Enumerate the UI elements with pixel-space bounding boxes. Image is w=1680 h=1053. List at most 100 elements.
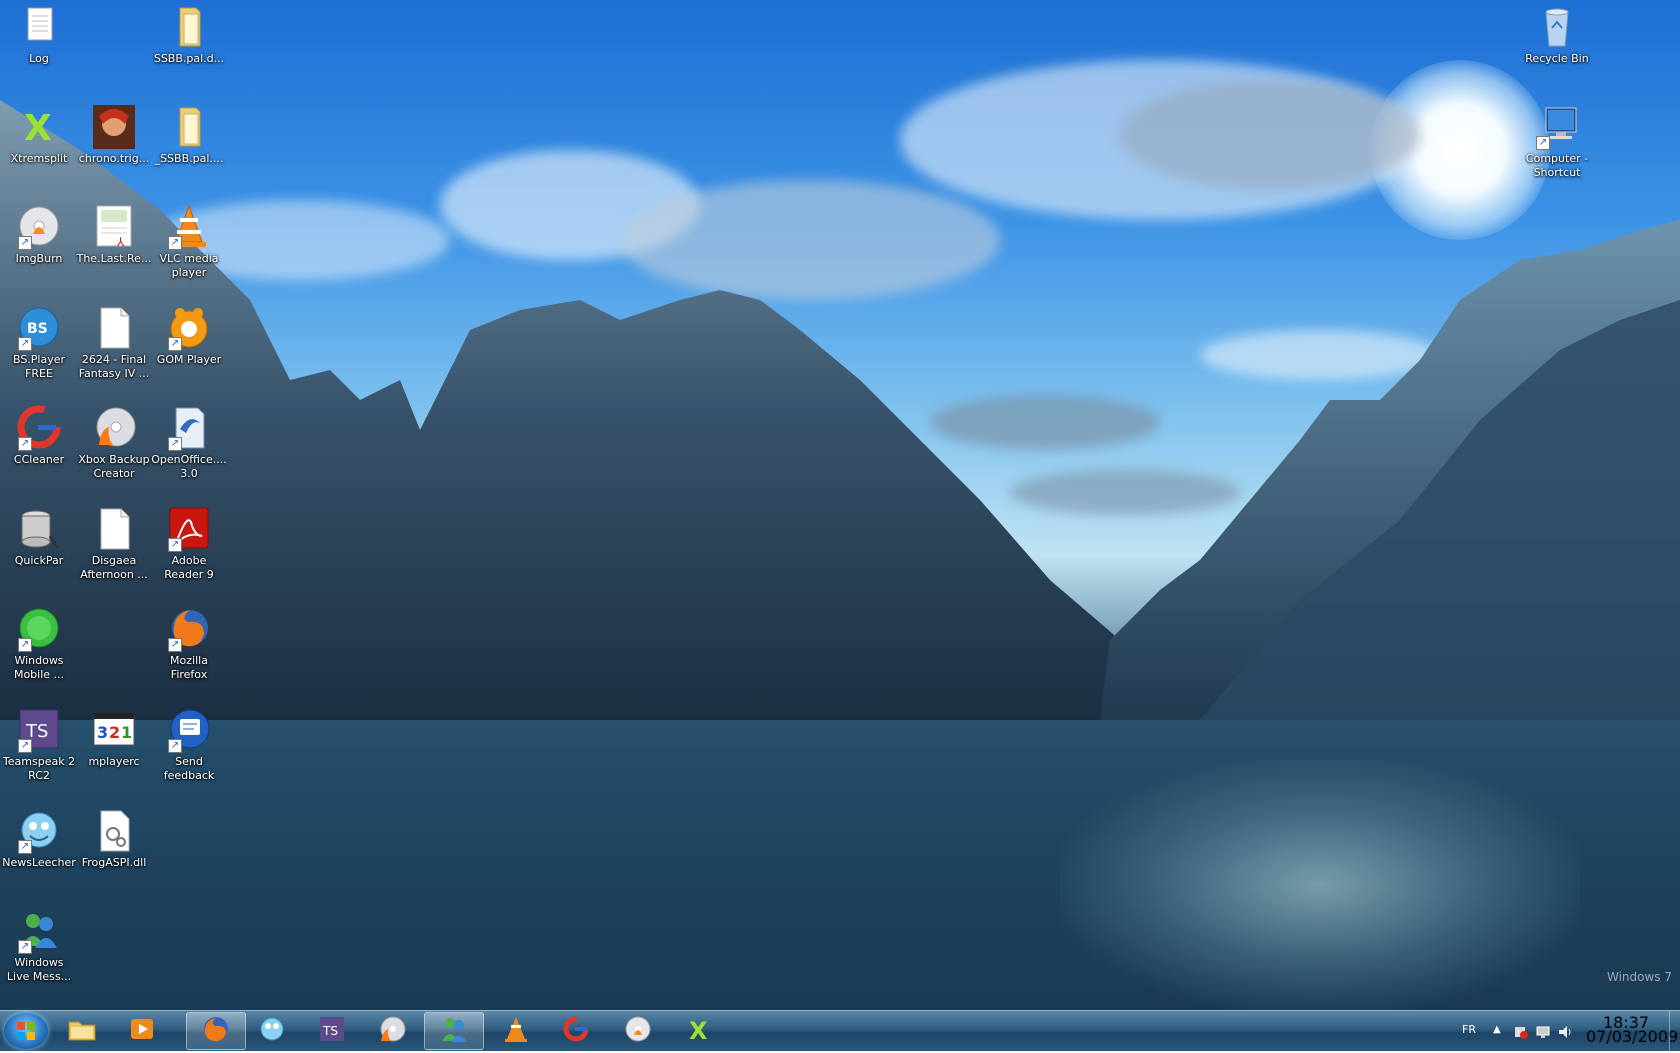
- image-thumbnail-icon: [91, 104, 137, 150]
- taskbar-button-imgburn[interactable]: [610, 1012, 666, 1050]
- desktop-icon-label: FrogASPI.dll: [81, 856, 147, 869]
- show-hidden-icons-icon[interactable]: ▲: [1493, 1024, 1507, 1038]
- taskbar-button-newsleecher[interactable]: [244, 1012, 300, 1050]
- svg-text:BS: BS: [27, 321, 48, 337]
- desktop-icon-windows-live-messenger[interactable]: ↗ Windows Live Mess...: [0, 908, 78, 984]
- adobe-reader-icon: ↗: [166, 506, 212, 552]
- mplayerc-icon: 321: [91, 707, 137, 753]
- desktop-icon-bsplayer[interactable]: BS ↗ BS.Player FREE: [0, 305, 78, 381]
- dll-file-icon: [91, 808, 137, 854]
- taskbar: TS X FR ▲ 18:37 07/03/2009: [0, 1010, 1680, 1051]
- desktop-icon-label: Disgaea Afternoon ...: [80, 554, 148, 581]
- desktop-icon-label: Mozilla Firefox: [170, 654, 208, 681]
- clock[interactable]: 18:37 07/03/2009: [1586, 1015, 1679, 1046]
- text-file-icon: [16, 4, 62, 50]
- desktop-icon-xbox-backup-creator[interactable]: Xbox Backup Creator: [75, 405, 153, 481]
- network-icon[interactable]: [1536, 1024, 1550, 1038]
- desktop-icon-adobe-reader[interactable]: ↗ Adobe Reader 9: [150, 506, 228, 582]
- desktop-icon-label: Windows Mobile ...: [13, 654, 65, 681]
- vlc-icon: ↗: [166, 204, 212, 250]
- taskbar-button-xtremsplit[interactable]: X: [672, 1012, 728, 1050]
- firefox-icon: ↗: [166, 606, 212, 652]
- desktop-icon-xtremsplit[interactable]: X Xtremsplit: [0, 104, 78, 166]
- shortcut-arrow-icon: ↗: [168, 638, 182, 652]
- desktop-icon-teamspeak[interactable]: TS ↗ Teamspeak 2 RC2: [0, 707, 78, 783]
- desktop-icon-label: Send feedback: [163, 755, 215, 782]
- messenger-icon: [439, 1015, 469, 1047]
- desktop-icon-label: mplayerc: [88, 755, 140, 768]
- svg-text:⅄: ⅄: [116, 235, 125, 249]
- desktop-icon-label: _SSBB.pal....: [154, 152, 224, 165]
- shortcut-arrow-icon: ↗: [18, 337, 32, 351]
- shortcut-arrow-icon: ↗: [168, 739, 182, 753]
- taskbar-button-vlc[interactable]: [488, 1012, 544, 1050]
- show-desktop-button[interactable]: [1669, 1011, 1680, 1051]
- pdf-document-icon: ⅄: [91, 204, 137, 250]
- action-center-icon[interactable]: [1514, 1024, 1528, 1039]
- taskbar-button-teamspeak[interactable]: TS: [304, 1012, 360, 1050]
- desktop-icon-frogaspi[interactable]: FrogASPI.dll: [75, 808, 153, 870]
- desktop-icon-windows-mobile[interactable]: ↗ Windows Mobile ...: [0, 606, 78, 682]
- language-indicator[interactable]: FR: [1462, 1023, 1476, 1036]
- desktop-icon-label: VLC media player: [159, 252, 219, 279]
- windows-mobile-icon: ↗: [16, 606, 62, 652]
- desktop-icon-log[interactable]: Log: [0, 4, 78, 66]
- shortcut-arrow-icon: ↗: [18, 638, 32, 652]
- desktop-icon-openoffice[interactable]: ↗ OpenOffice.... 3.0: [150, 405, 228, 481]
- desktop-icon-label: Computer - Shortcut: [1525, 152, 1589, 179]
- imgburn-icon: [623, 1015, 653, 1047]
- desktop-icon-quickpar[interactable]: QuickPar: [0, 506, 78, 568]
- desktop-icon-disgaea[interactable]: Disgaea Afternoon ...: [75, 506, 153, 582]
- xtremsplit-icon: X: [685, 1015, 715, 1047]
- shortcut-arrow-icon: ↗: [1536, 136, 1550, 150]
- desktop-icon-imgburn[interactable]: ↗ ImgBurn: [0, 204, 78, 266]
- shortcut-arrow-icon: ↗: [18, 940, 32, 954]
- desktop-icon-ssbb-pal-d[interactable]: SSBB.pal.d...: [150, 4, 228, 66]
- desktop-icon-label: GOM Player: [156, 353, 222, 366]
- taskbar-button-media-player[interactable]: [114, 1012, 170, 1050]
- taskbar-button-messenger[interactable]: [424, 1012, 484, 1050]
- desktop-icon-2624-final-fantasy[interactable]: 2624 - Final Fantasy IV ...: [75, 305, 153, 381]
- desktop-icon-firefox[interactable]: ↗ Mozilla Firefox: [150, 606, 228, 682]
- desktop-icon-newsleecher[interactable]: ↗ NewsLeecher: [0, 808, 78, 870]
- burn-disc-icon: [377, 1015, 407, 1047]
- desktop-icon-chrono[interactable]: chrono.trig...: [75, 104, 153, 166]
- desktop-icon-recycle-bin[interactable]: Recycle Bin: [1518, 4, 1596, 66]
- messenger-icon: ↗: [16, 908, 62, 954]
- shortcut-arrow-icon: ↗: [168, 437, 182, 451]
- ccleaner-icon: [561, 1015, 591, 1047]
- start-button[interactable]: [4, 1013, 48, 1049]
- desktop[interactable]: Windows 7 Log X Xtremsplit ↗ ImgBurn BS …: [0, 0, 1680, 1010]
- desktop-icon-ccleaner[interactable]: ↗ CCleaner: [0, 405, 78, 467]
- clock-date: 07/03/2009: [1586, 1027, 1679, 1046]
- newsleecher-icon: [257, 1015, 287, 1047]
- computer-icon: ↗: [1534, 104, 1580, 150]
- taskbar-button-explorer[interactable]: [54, 1012, 110, 1050]
- svg-text:X: X: [689, 1017, 708, 1043]
- quickpar-icon: [16, 506, 62, 552]
- firefox-icon: [201, 1015, 231, 1047]
- desktop-icon-label: CCleaner: [13, 453, 65, 466]
- desktop-icon-label: NewsLeecher: [2, 856, 76, 869]
- desktop-icon-mplayerc[interactable]: 321 mplayerc: [75, 707, 153, 769]
- desktop-icon-gom-player[interactable]: ↗ GOM Player: [150, 305, 228, 367]
- gom-player-icon: ↗: [166, 305, 212, 351]
- taskbar-button-burn-disc[interactable]: [364, 1012, 420, 1050]
- desktop-icon-the-last-re[interactable]: ⅄ The.Last.Re...: [75, 204, 153, 266]
- svg-text:3: 3: [97, 723, 108, 742]
- ccleaner-icon: ↗: [16, 405, 62, 451]
- desktop-icon-label: Log: [29, 52, 49, 65]
- blank-file-icon: [91, 506, 137, 552]
- desktop-icon-computer[interactable]: ↗ Computer - Shortcut: [1518, 104, 1596, 180]
- volume-icon[interactable]: [1558, 1024, 1572, 1038]
- openoffice-icon: ↗: [166, 405, 212, 451]
- windows-logo-icon: [17, 1022, 35, 1040]
- desktop-icon-send-feedback[interactable]: ↗ Send feedback: [150, 707, 228, 783]
- desktop-icon-vlc[interactable]: ↗ VLC media player: [150, 204, 228, 280]
- taskbar-button-ccleaner[interactable]: [548, 1012, 604, 1050]
- taskbar-button-firefox[interactable]: [186, 1012, 246, 1050]
- shortcut-arrow-icon: ↗: [18, 236, 32, 250]
- desktop-icon-ssbb-pal-2[interactable]: _SSBB.pal....: [150, 104, 228, 166]
- svg-text:2: 2: [109, 723, 120, 742]
- windows-watermark: Windows 7: [1606, 970, 1672, 984]
